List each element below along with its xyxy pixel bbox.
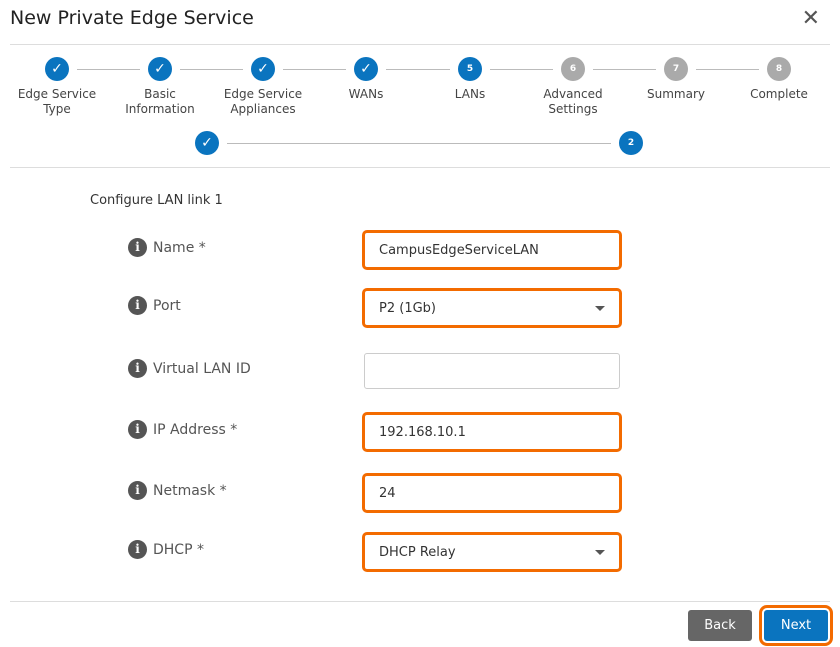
- step-2: ✓ Basic Information: [110, 57, 210, 117]
- next-button[interactable]: Next: [759, 605, 833, 646]
- netmask-label: i Netmask *: [128, 481, 227, 500]
- step-label: WANs: [348, 87, 384, 101]
- step-label: Complete: [750, 87, 808, 101]
- label-text: Netmask *: [153, 482, 227, 499]
- divider: [10, 601, 830, 602]
- step-3: ✓ Edge Service Appliances: [213, 57, 313, 117]
- name-input[interactable]: CampusEdgeServiceLAN: [362, 230, 622, 270]
- step-label: LANs: [454, 87, 486, 101]
- dhcp-select[interactable]: DHCP Relay: [362, 532, 622, 572]
- info-icon[interactable]: i: [128, 296, 147, 315]
- check-icon: ✓: [354, 57, 378, 81]
- step-number: 2: [619, 131, 643, 155]
- step-label: Edge Service Type: [17, 87, 97, 116]
- step-5: 5 LANs: [420, 57, 520, 102]
- step-1: ✓ Edge Service Type: [7, 57, 107, 117]
- info-icon[interactable]: i: [128, 481, 147, 500]
- dialog-title: New Private Edge Service: [10, 7, 254, 29]
- step-number: 7: [664, 57, 688, 81]
- virtual-lan-id-input[interactable]: [364, 353, 620, 389]
- label-text: Port: [153, 297, 181, 314]
- check-icon: ✓: [195, 131, 219, 155]
- divider: [10, 44, 830, 45]
- field-value: DHCP Relay: [379, 544, 456, 560]
- netmask-input[interactable]: 24: [362, 473, 622, 513]
- step-8: 8 Complete: [729, 57, 829, 102]
- field-value: 192.168.10.1: [379, 424, 466, 440]
- name-label: i Name *: [128, 238, 206, 257]
- label-text: Name *: [153, 239, 206, 256]
- port-label: i Port: [128, 296, 181, 315]
- check-icon: ✓: [148, 57, 172, 81]
- chevron-down-icon: [595, 305, 605, 311]
- port-select[interactable]: P2 (1Gb): [362, 288, 622, 328]
- step-number: 6: [561, 57, 585, 81]
- step-label: Basic Information: [125, 87, 195, 116]
- step-number: 5: [458, 57, 482, 81]
- info-icon[interactable]: i: [128, 238, 147, 257]
- dhcp-label: i DHCP *: [128, 540, 204, 559]
- step-4: ✓ WANs: [316, 57, 416, 102]
- chevron-down-icon: [595, 549, 605, 555]
- field-value: 24: [379, 485, 396, 501]
- field-value: CampusEdgeServiceLAN: [379, 242, 539, 258]
- field-value: P2 (1Gb): [379, 300, 436, 316]
- info-icon[interactable]: i: [128, 540, 147, 559]
- step-label: Advanced Settings: [543, 87, 603, 116]
- back-button[interactable]: Back: [688, 610, 752, 641]
- ip-address-label: i IP Address *: [128, 420, 237, 439]
- ip-address-input[interactable]: 192.168.10.1: [362, 412, 622, 452]
- section-title: Configure LAN link 1: [90, 193, 223, 208]
- substep-2: 2: [581, 131, 681, 155]
- step-label: Summary: [647, 87, 705, 101]
- label-text: DHCP *: [153, 541, 204, 558]
- check-icon: ✓: [45, 57, 69, 81]
- step-6: 6 Advanced Settings: [523, 57, 623, 117]
- label-text: IP Address *: [153, 421, 238, 438]
- info-icon[interactable]: i: [128, 359, 147, 378]
- label-text: Virtual LAN ID: [153, 360, 251, 377]
- step-number: 8: [767, 57, 791, 81]
- substep-1: ✓: [157, 131, 257, 155]
- close-icon[interactable]: ✕: [802, 6, 820, 31]
- info-icon[interactable]: i: [128, 420, 147, 439]
- step-7: 7 Summary: [626, 57, 726, 102]
- substep-connector: [227, 143, 611, 144]
- step-label: Edge Service Appliances: [223, 87, 303, 116]
- virtual-lan-id-label: i Virtual LAN ID: [128, 359, 251, 378]
- divider: [10, 167, 830, 168]
- check-icon: ✓: [251, 57, 275, 81]
